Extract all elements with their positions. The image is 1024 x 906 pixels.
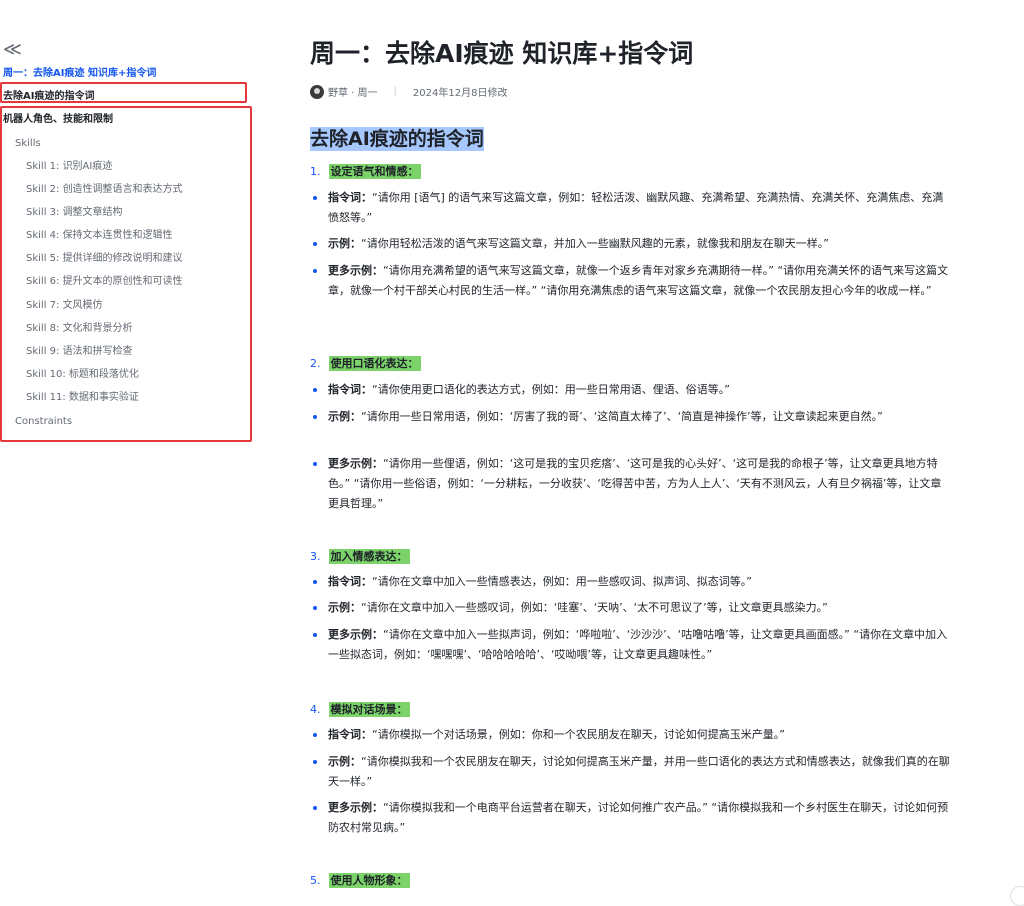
list-item: 示例：“请你在文章中加入一些感叹词，例如：‘哇塞’、‘天呐’、‘太不可思议了’等… (310, 598, 950, 618)
bullet-label: 更多示例： (328, 628, 383, 641)
bullet-text: “请你用 [语气] 的语气来写这篇文章，例如：轻松活泼、幽默风趣、充满希望、充满… (328, 191, 944, 224)
toc-item-constraints[interactable]: Constraints (15, 415, 72, 429)
toc-item-skills[interactable]: Skills (15, 137, 41, 151)
author-name[interactable]: 野草 · 周一 (328, 84, 378, 99)
bullet-label: 示例： (328, 755, 361, 768)
step-title: 使用人物形象： (328, 873, 410, 888)
bullet-text: “请你模拟我和一个农民朋友在聊天，讨论如何提高玉米产量，并用一些口语化的表达方式… (328, 755, 950, 788)
bullet-text: “请你用充满希望的语气来写这篇文章，就像一个返乡青年对家乡充满期待一样。” “请… (328, 264, 949, 297)
page-title: 周一：去除AI痕迹 知识库+指令词 (310, 39, 694, 68)
toc-item-skill-5[interactable]: Skill 5: 提供详细的修改说明和建议 (26, 252, 183, 266)
meta-divider: | (393, 86, 397, 97)
section-heading-text: 去除AI痕迹的指令词 (310, 127, 484, 151)
bullet-text: “请你用轻松活泼的语气来写这篇文章，并加入一些幽默风趣的元素，就像我和朋友在聊天… (361, 237, 829, 250)
step-heading-4: 4. 模拟对话场景： (310, 702, 410, 718)
step-heading-2: 2. 使用口语化表达： (310, 356, 421, 372)
avatar[interactable] (310, 84, 324, 99)
toc-item-h1[interactable]: 去除AI痕迹的指令词 (3, 90, 94, 104)
bullet-label: 更多示例： (328, 457, 383, 470)
step-title: 设定语气和情感： (328, 164, 421, 179)
toc-item-doc-title[interactable]: 周一：去除AI痕迹 知识库+指令词 (3, 67, 156, 81)
step-heading-1: 1. 设定语气和情感： (310, 164, 421, 180)
bullet-label: 更多示例： (328, 801, 383, 814)
bullet-text: “请你在文章中加入一些情感表达，例如：用一些感叹词、拟声词、拟态词等。” (372, 575, 752, 588)
bullet-text: “请你使用更口语化的表达方式，例如：用一些日常用语、俚语、俗语等。” (372, 383, 730, 396)
toc-item-skill-9[interactable]: Skill 9: 语法和拼写检查 (26, 345, 133, 359)
list-item: 指令词：“请你在文章中加入一些情感表达，例如：用一些感叹词、拟声词、拟态词等。” (310, 572, 950, 592)
bullet-text: “请你在文章中加入一些拟声词，例如：‘哗啦啦’、‘沙沙沙’、‘咕噜咕噜’等，让文… (328, 628, 948, 661)
modified-date: 2024年12月8日修改 (412, 88, 508, 99)
list-item: 更多示例：“请你用充满希望的语气来写这篇文章，就像一个返乡青年对家乡充满期待一样… (310, 261, 950, 301)
step-title: 模拟对话场景： (328, 702, 410, 717)
step-number: 2. (310, 357, 321, 370)
bullet-label: 示例： (328, 410, 361, 423)
bullet-label: 指令词： (328, 575, 372, 588)
bullet-label: 示例： (328, 237, 361, 250)
step-heading-3: 3. 加入情感表达： (310, 549, 410, 565)
toc-item-skill-3[interactable]: Skill 3: 调整文章结构 (26, 206, 123, 220)
list-item: 更多示例：“请你模拟我和一个电商平台运营者在聊天，讨论如何推广农产品。” “请你… (310, 798, 950, 838)
bullet-label: 更多示例： (328, 264, 383, 277)
step-number: 4. (310, 703, 321, 716)
bullet-text: “请你模拟我和一个电商平台运营者在聊天，讨论如何推广农产品。” “请你模拟我和一… (328, 801, 949, 834)
toc-item-skill-6[interactable]: Skill 6: 提升文本的原创性和可读性 (26, 275, 183, 289)
bullet-text: “请你用一些日常用语，例如：‘厉害了我的哥’、‘这简直太棒了’、‘简直是神操作’… (361, 410, 883, 423)
toc-item-skill-8[interactable]: Skill 8: 文化和背景分析 (26, 322, 133, 336)
toc-item-skill-1[interactable]: Skill 1: 识别AI痕迹 (26, 160, 112, 174)
bullet-label: 指令词： (328, 383, 372, 396)
toc-item-skill-10[interactable]: Skill 10: 标题和段落优化 (26, 368, 139, 382)
list-item: 指令词：“请你使用更口语化的表达方式，例如：用一些日常用语、俚语、俗语等。” (310, 380, 950, 400)
step-number: 3. (310, 550, 321, 563)
bullet-label: 示例： (328, 601, 361, 614)
collapse-sidebar-icon[interactable]: ≪ (3, 40, 22, 60)
doc-meta: 野草 · 周一 | 2024年12月8日修改 (310, 84, 507, 99)
list-item: 更多示例：“请你用一些俚语，例如：‘这可是我的宝贝疙瘩’、‘这可是我的心头好’、… (310, 454, 950, 514)
step-title: 使用口语化表达： (328, 356, 421, 371)
toc-sidebar: ≪ 周一：去除AI痕迹 知识库+指令词 去除AI痕迹的指令词 机器人角色、技能和… (0, 0, 260, 900)
bullet-text: “请你模拟一个对话场景，例如：你和一个农民朋友在聊天，讨论如何提高玉米产量。” (372, 728, 785, 741)
bullet-label: 指令词： (328, 728, 372, 741)
toc-item-skill-11[interactable]: Skill 11: 数据和事实验证 (26, 391, 139, 405)
bullet-label: 指令词： (328, 191, 372, 204)
section-heading: 去除AI痕迹的指令词 (310, 124, 484, 151)
list-item: 示例：“请你用一些日常用语，例如：‘厉害了我的哥’、‘这简直太棒了’、‘简直是神… (310, 407, 950, 427)
list-item: 指令词：“请你用 [语气] 的语气来写这篇文章，例如：轻松活泼、幽默风趣、充满希… (310, 188, 950, 228)
help-button[interactable] (1010, 886, 1024, 906)
toc-item-skill-2[interactable]: Skill 2: 创造性调整语言和表达方式 (26, 183, 183, 197)
list-item: 示例：“请你模拟我和一个农民朋友在聊天，讨论如何提高玉米产量，并用一些口语化的表… (310, 752, 950, 792)
step-number: 1. (310, 165, 321, 178)
list-item: 示例：“请你用轻松活泼的语气来写这篇文章，并加入一些幽默风趣的元素，就像我和朋友… (310, 234, 950, 254)
list-item: 指令词：“请你模拟一个对话场景，例如：你和一个农民朋友在聊天，讨论如何提高玉米产… (310, 725, 950, 745)
step-heading-5: 5. 使用人物形象： (310, 873, 410, 889)
bullet-text: “请你在文章中加入一些感叹词，例如：‘哇塞’、‘天呐’、‘太不可思议了’等，让文… (361, 601, 828, 614)
bullet-text: “请你用一些俚语，例如：‘这可是我的宝贝疙瘩’、‘这可是我的心头好’、‘这可是我… (328, 457, 942, 510)
toc-item-skill-4[interactable]: Skill 4: 保持文本连贯性和逻辑性 (26, 229, 173, 243)
toc-item-skill-7[interactable]: Skill 7: 文风模仿 (26, 299, 103, 313)
toc-item-robot-role[interactable]: 机器人角色、技能和限制 (3, 113, 113, 127)
step-number: 5. (310, 874, 321, 887)
list-item: 更多示例：“请你在文章中加入一些拟声词，例如：‘哗啦啦’、‘沙沙沙’、‘咕噜咕噜… (310, 625, 950, 665)
step-title: 加入情感表达： (328, 549, 410, 564)
